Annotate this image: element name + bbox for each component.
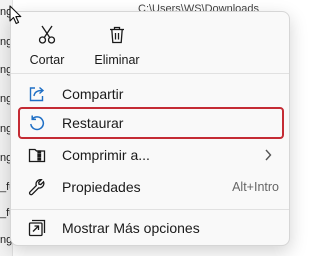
mouse-cursor-icon xyxy=(9,5,23,30)
wrench-icon xyxy=(27,177,47,197)
chevron-right-icon xyxy=(264,148,272,166)
context-menu: Cortar Eliminar Compartir Restaurar Comp… xyxy=(10,11,290,246)
menu-item-label: Restaurar xyxy=(62,115,124,131)
menu-item-compress[interactable]: Comprimir a... xyxy=(18,139,284,171)
menu-item-label: Comprimir a... xyxy=(62,147,150,163)
menu-item-label: Compartir xyxy=(62,86,124,102)
menu-item-label: Propiedades xyxy=(62,179,141,195)
menu-item-properties[interactable]: Propiedades Alt+Intro xyxy=(18,171,284,203)
share-icon xyxy=(27,84,47,104)
menu-item-share[interactable]: Compartir xyxy=(18,78,284,110)
scissors-icon xyxy=(38,24,56,46)
compress-icon xyxy=(27,145,47,165)
menu-item-label: Mostrar Más opciones xyxy=(62,220,200,236)
cut-label: Cortar xyxy=(29,53,65,67)
more-options-icon xyxy=(27,218,47,238)
cut-button[interactable]: Cortar xyxy=(21,21,73,73)
delete-button[interactable]: Eliminar xyxy=(87,21,147,73)
restore-icon xyxy=(27,113,47,133)
trash-icon xyxy=(109,24,125,46)
shortcut-text: Alt+Intro xyxy=(232,180,279,194)
divider xyxy=(11,209,289,210)
menu-item-show-more-options[interactable]: Mostrar Más opciones xyxy=(18,212,284,244)
delete-label: Eliminar xyxy=(94,53,140,67)
menu-item-restore[interactable]: Restaurar xyxy=(18,107,284,139)
divider xyxy=(11,73,289,74)
